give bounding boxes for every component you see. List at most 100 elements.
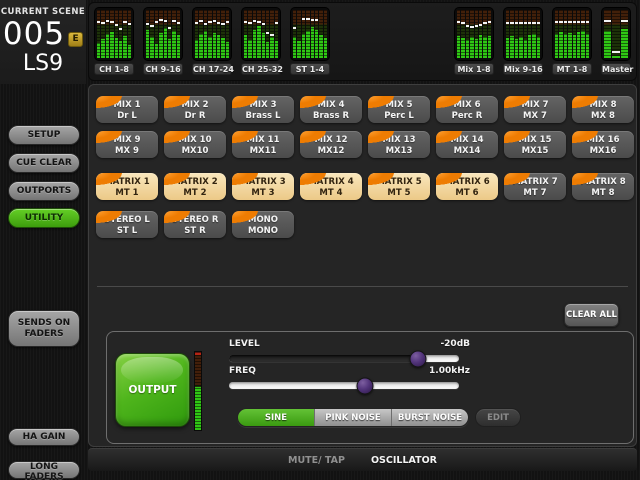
- sidebar-button-ha-gain[interactable]: HA GAIN: [8, 428, 80, 446]
- corner-tag-icon: [504, 131, 530, 143]
- meter-block-label: CH 1-8: [94, 63, 134, 75]
- level-label: LEVEL: [229, 339, 260, 349]
- meter-block-ch-9-16[interactable]: CH 9-16: [143, 7, 183, 75]
- oscillator-panel: OUTPUT LEVEL -20dB FREQ 1.00kHz SINE PIN…: [106, 331, 634, 444]
- channel-select-mix-9[interactable]: MIX 9 MX 9: [96, 131, 158, 158]
- corner-tag-icon: [368, 131, 394, 143]
- meter-block-label: CH 17-24: [192, 63, 234, 75]
- corner-tag-icon: [164, 131, 190, 143]
- meter-display: [503, 7, 543, 61]
- meter-block-master[interactable]: Master: [601, 7, 634, 75]
- meter-block-label: Master: [601, 63, 634, 75]
- channel-select-matrix-6[interactable]: MATRIX 6 MT 6: [436, 173, 498, 200]
- meter-block-label: CH 9-16: [143, 63, 183, 75]
- channel-select-stereo-r[interactable]: STEREO R ST R: [164, 211, 226, 238]
- meter-group-outputs: Mix 1-8 Mix 9-16 MT 1-8 Master: [454, 7, 634, 75]
- sidebar: SETUP CUE CLEAR OUTPORTS UTILITY SENDS ON FA…: [0, 84, 88, 480]
- meter-block-mix-1-8[interactable]: Mix 1-8: [454, 7, 494, 75]
- corner-tag-icon: [164, 96, 190, 108]
- meter-block-st-1-4[interactable]: ST 1-4: [290, 7, 330, 75]
- corner-tag-icon: [232, 131, 258, 143]
- channel-select-matrix-4[interactable]: MATRIX 4 MT 4: [300, 173, 362, 200]
- channel-select-mix-10[interactable]: MIX 10 MX10: [164, 131, 226, 158]
- corner-tag-icon: [572, 173, 598, 185]
- meter-block-ch-25-32[interactable]: CH 25-32: [241, 7, 283, 75]
- channel-select-mix-15[interactable]: MIX 15 MX15: [504, 131, 566, 158]
- level-slider-fill: [229, 355, 418, 362]
- meter-group-inputs: CH 1-8 CH 9-16 CH 17-24 CH 25-32 ST 1-4: [94, 7, 330, 75]
- waveform-selector: SINE PINK NOISE BURST NOISE: [237, 408, 469, 427]
- level-slider-thumb[interactable]: [409, 350, 427, 367]
- clear-all-button[interactable]: CLEAR ALL: [564, 303, 619, 327]
- meter-block-label: Mix 1-8: [454, 63, 494, 75]
- channel-select-mix-4[interactable]: MIX 4 Brass R: [300, 96, 362, 123]
- channel-select-mix-2[interactable]: MIX 2 Dr R: [164, 96, 226, 123]
- channel-select-mix-11[interactable]: MIX 11 MX11: [232, 131, 294, 158]
- edit-button[interactable]: EDIT: [475, 408, 521, 427]
- meter-block-label: MT 1-8: [552, 63, 592, 75]
- scene-edit-badge: E: [68, 32, 84, 47]
- waveform-sine[interactable]: SINE: [238, 409, 314, 426]
- level-slider[interactable]: [229, 350, 459, 367]
- channel-select-mix-7[interactable]: MIX 7 MX 7: [504, 96, 566, 123]
- channel-select-matrix-2[interactable]: MATRIX 2 MT 2: [164, 173, 226, 200]
- main-panel: MIX 1 Dr L MIX 2 Dr R MIX 3 Brass L MIX 4 Brass…: [88, 84, 637, 447]
- channel-select-mix-6[interactable]: MIX 6 Perc R: [436, 96, 498, 123]
- channel-select-mono[interactable]: MONO MONO: [232, 211, 294, 238]
- oscillator-meter-peak-segment: [195, 352, 201, 355]
- corner-tag-icon: [96, 131, 122, 143]
- freq-value: 1.00kHz: [429, 366, 470, 376]
- console-name: LS9: [22, 51, 64, 76]
- sidebar-button-sends-on-faders[interactable]: SENDS ON FADERS: [8, 310, 80, 347]
- freq-label: FREQ: [229, 366, 256, 376]
- channel-select-mix-8[interactable]: MIX 8 MX 8: [572, 96, 634, 123]
- channel-grid-row: STEREO L ST L STEREO R ST R MONO MONO: [96, 211, 294, 238]
- waveform-burst-noise[interactable]: BURST NOISE: [391, 409, 468, 426]
- channel-select-mix-1[interactable]: MIX 1 Dr L: [96, 96, 158, 123]
- channel-grid-row: MIX 1 Dr L MIX 2 Dr R MIX 3 Brass L MIX 4 Brass…: [96, 96, 634, 123]
- corner-tag-icon: [504, 173, 530, 185]
- oscillator-output-meter: [194, 351, 202, 431]
- sidebar-button-long-faders[interactable]: LONG FADERS: [8, 461, 80, 480]
- channel-select-matrix-5[interactable]: MATRIX 5 MT 5: [368, 173, 430, 200]
- sidebar-button-setup[interactable]: SETUP: [8, 125, 80, 145]
- meter-display: [143, 7, 183, 61]
- corner-tag-icon: [368, 96, 394, 108]
- waveform-pink-noise[interactable]: PINK NOISE: [314, 409, 391, 426]
- channel-select-stereo-l[interactable]: STEREO L ST L: [96, 211, 158, 238]
- corner-tag-icon: [232, 173, 258, 185]
- sidebar-button-outports[interactable]: OUTPORTS: [8, 181, 80, 201]
- channel-select-mix-13[interactable]: MIX 13 MX13: [368, 131, 430, 158]
- meter-display: [94, 7, 134, 61]
- meter-block-mt-1-8[interactable]: MT 1-8: [552, 7, 592, 75]
- corner-tag-icon: [504, 96, 530, 108]
- meter-display: [601, 7, 631, 61]
- channel-select-matrix-3[interactable]: MATRIX 3 MT 3: [232, 173, 294, 200]
- channel-select-mix-5[interactable]: MIX 5 Perc L: [368, 96, 430, 123]
- corner-tag-icon: [96, 211, 122, 223]
- meter-block-ch-17-24[interactable]: CH 17-24: [192, 7, 234, 75]
- channel-select-mix-16[interactable]: MIX 16 MX16: [572, 131, 634, 158]
- bottom-tab-bar: MUTE/ TAP OSCILLATOR: [88, 448, 637, 471]
- sidebar-button-utility[interactable]: UTILITY: [8, 208, 80, 228]
- meter-block-ch-1-8[interactable]: CH 1-8: [94, 7, 134, 75]
- channel-select-mix-14[interactable]: MIX 14 MX14: [436, 131, 498, 158]
- freq-slider[interactable]: [229, 377, 459, 394]
- channel-select-mix-12[interactable]: MIX 12 MX12: [300, 131, 362, 158]
- current-scene-panel[interactable]: CURRENT SCENE 005 E LS9: [0, 0, 86, 84]
- tab-mute-tap[interactable]: MUTE/ TAP: [288, 455, 345, 466]
- corner-tag-icon: [164, 173, 190, 185]
- channel-select-mix-3[interactable]: MIX 3 Brass L: [232, 96, 294, 123]
- sidebar-button-cue-clear[interactable]: CUE CLEAR: [8, 153, 80, 173]
- freq-slider-header: FREQ 1.00kHz: [229, 366, 470, 376]
- tab-oscillator[interactable]: OSCILLATOR: [371, 455, 437, 466]
- channel-select-matrix-8[interactable]: MATRIX 8 MT 8: [572, 173, 634, 200]
- channel-select-matrix-7[interactable]: MATRIX 7 MT 7: [504, 173, 566, 200]
- meter-block-label: ST 1-4: [290, 63, 330, 75]
- corner-tag-icon: [572, 96, 598, 108]
- freq-slider-thumb[interactable]: [356, 377, 374, 394]
- meter-block-label: CH 25-32: [241, 63, 283, 75]
- oscillator-output-button[interactable]: OUTPUT: [115, 353, 190, 427]
- meter-block-mix-9-16[interactable]: Mix 9-16: [503, 7, 543, 75]
- channel-select-matrix-1[interactable]: MATRIX 1 MT 1: [96, 173, 158, 200]
